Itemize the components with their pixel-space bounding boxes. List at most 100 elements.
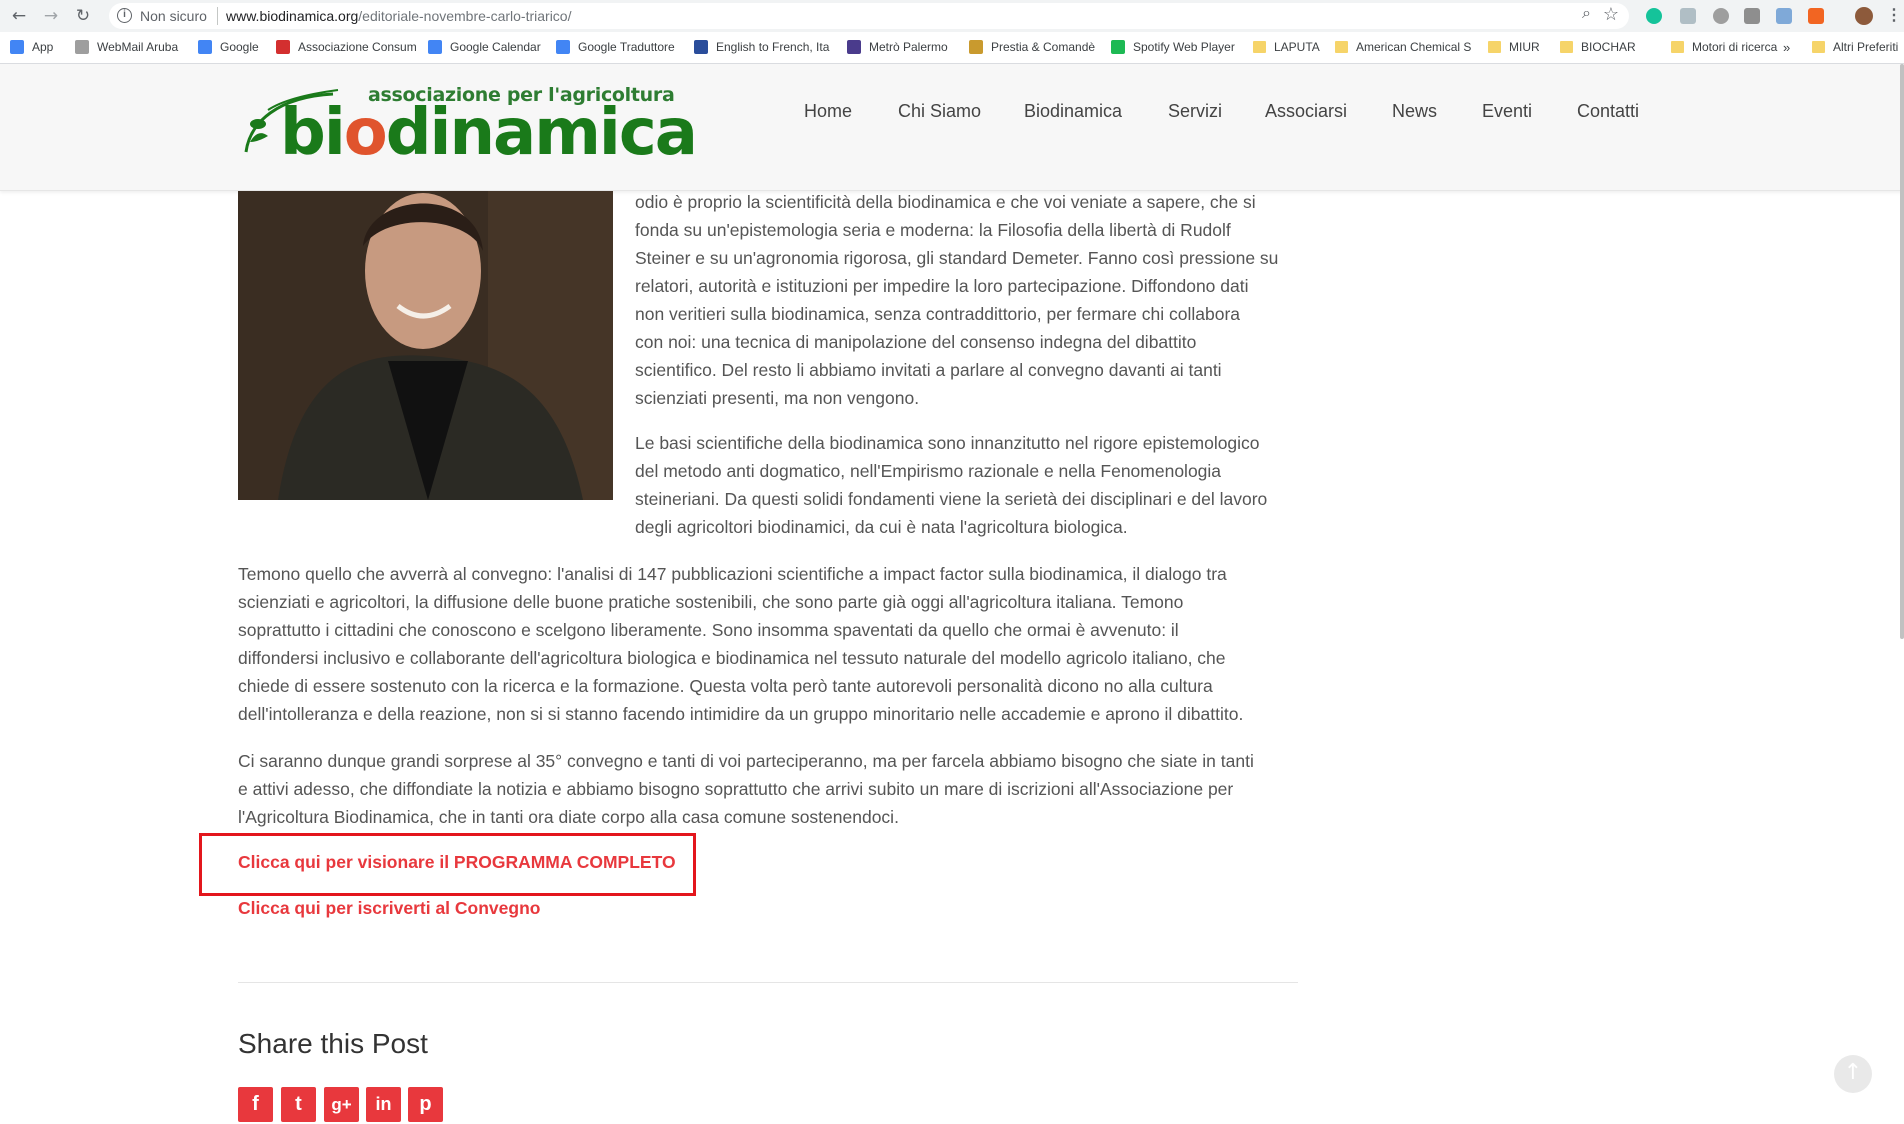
bookmark-item[interactable]: Motori di ricerca bbox=[1671, 40, 1777, 54]
url-path: /editoriale-novembre-carlo-triarico/ bbox=[358, 8, 572, 24]
bookmark-item[interactable]: Google Calendar bbox=[428, 40, 541, 54]
bookmark-label: BIOCHAR bbox=[1581, 40, 1636, 54]
url-host: www.biodinamica.org bbox=[226, 8, 359, 24]
programma-completo-link[interactable]: Clicca qui per visionare il PROGRAMMA CO… bbox=[238, 852, 676, 873]
author-portrait-image bbox=[238, 191, 613, 500]
zoom-icon[interactable]: ⌕ bbox=[1582, 5, 1591, 23]
dropbox-extension-icon[interactable] bbox=[1680, 8, 1696, 24]
grammarly-extension-icon[interactable] bbox=[1646, 8, 1662, 24]
page-scrollbar[interactable] bbox=[1900, 64, 1904, 639]
bookmark-label: Motori di ricerca bbox=[1692, 40, 1778, 54]
iscriviti-convegno-link[interactable]: Clicca qui per iscriverti al Convegno bbox=[238, 898, 540, 919]
google-plus-share-icon[interactable]: g+ bbox=[324, 1087, 359, 1122]
bookmark-item[interactable]: Prestia & Comandè bbox=[969, 40, 1095, 54]
folder-icon bbox=[1560, 41, 1573, 53]
wordreference-icon bbox=[694, 40, 708, 54]
bookmark-label: App bbox=[32, 40, 54, 54]
text-line: l'Agricoltura Biodinamica, che in tanti … bbox=[238, 807, 899, 827]
bookmark-item[interactable]: Associazione Consum bbox=[276, 40, 417, 54]
prestia-icon bbox=[969, 40, 983, 54]
profile-avatar-icon[interactable] bbox=[1855, 7, 1873, 25]
bookmark-item[interactable]: WebMail Aruba bbox=[75, 40, 178, 54]
bookmarks-bar: App WebMail Aruba Google Associazione Consu… bbox=[0, 32, 1904, 64]
text-line: Temono quello che avverrà al convegno: l… bbox=[238, 564, 1227, 584]
bookmark-star-icon[interactable]: ☆ bbox=[1603, 4, 1619, 25]
bookmark-label: Associazione Consum bbox=[298, 40, 417, 54]
bookmark-item[interactable]: Spotify Web Player bbox=[1111, 40, 1235, 54]
article-divider bbox=[238, 982, 1298, 983]
text-line: relatori, autorità e istituzioni per imp… bbox=[635, 276, 1249, 296]
logo-name-prefix: bi bbox=[280, 96, 346, 170]
site-logo[interactable]: associazione per l'agricoltura biodinami… bbox=[238, 82, 698, 172]
text-line: Le basi scientifiche della biodinamica s… bbox=[635, 433, 1260, 453]
bookmark-item[interactable]: MIUR bbox=[1488, 40, 1540, 54]
twitter-share-icon[interactable]: t bbox=[281, 1087, 316, 1122]
nav-news[interactable]: News bbox=[1392, 101, 1437, 122]
facebook-share-icon[interactable]: f bbox=[238, 1087, 273, 1122]
bookmark-item[interactable]: App bbox=[10, 40, 53, 54]
bookmark-label: Prestia & Comandè bbox=[991, 40, 1096, 54]
linkedin-share-icon[interactable]: in bbox=[366, 1087, 401, 1122]
bookmark-item[interactable]: Metrò Palermo bbox=[847, 40, 948, 54]
folder-icon bbox=[1812, 41, 1825, 53]
sc-extension-icon[interactable] bbox=[1808, 8, 1824, 24]
pinterest-share-icon[interactable]: p bbox=[408, 1087, 443, 1122]
article-paragraph-side-2: Le basi scientifiche della biodinamica s… bbox=[635, 429, 1300, 541]
other-bookmarks-label: Altri Preferiti bbox=[1833, 40, 1899, 54]
text-line: dell'intolleranza e della reazione, non … bbox=[238, 704, 1244, 724]
not-secure-label[interactable]: Non sicuro bbox=[140, 8, 207, 24]
extension-circle-icon[interactable] bbox=[1713, 8, 1729, 24]
apps-grid-icon bbox=[10, 40, 24, 54]
nav-contatti[interactable]: Contatti bbox=[1577, 101, 1639, 122]
bookmark-item[interactable]: American Chemical S bbox=[1335, 40, 1471, 54]
nav-associarsi[interactable]: Associarsi bbox=[1265, 101, 1347, 122]
back-icon[interactable]: ← bbox=[9, 6, 29, 26]
url-text[interactable]: www.biodinamica.org/editoriale-novembre-… bbox=[226, 8, 571, 24]
bookmark-label: Google Traduttore bbox=[578, 40, 675, 54]
text-line: diffondersi inclusivo e collaborante del… bbox=[238, 648, 1226, 668]
site-info-icon[interactable]: i bbox=[117, 8, 132, 23]
share-title: Share this Post bbox=[238, 1028, 428, 1059]
text-line: chiede di essere sostenuto con la ricerc… bbox=[238, 676, 1213, 696]
facebook-extension-icon[interactable] bbox=[1744, 8, 1760, 24]
author-photo bbox=[238, 191, 613, 500]
bookmark-item[interactable]: English to French, Ita bbox=[694, 40, 829, 54]
nav-eventi[interactable]: Eventi bbox=[1482, 101, 1532, 122]
bookmark-item[interactable]: Google Traduttore bbox=[556, 40, 675, 54]
nav-home[interactable]: Home bbox=[804, 101, 852, 122]
article-paragraph-full-1: Temono quello che avverrà al convegno: l… bbox=[238, 560, 1300, 728]
site-header: associazione per l'agricoltura biodinami… bbox=[0, 64, 1904, 191]
article-paragraph-full-2: Ci saranno dunque grandi sorprese al 35°… bbox=[238, 747, 1300, 831]
folder-icon bbox=[1488, 41, 1501, 53]
webmail-icon bbox=[75, 40, 89, 54]
bookmark-item[interactable]: BIOCHAR bbox=[1560, 40, 1636, 54]
reload-icon[interactable]: ↻ bbox=[73, 6, 93, 26]
consum-icon bbox=[276, 40, 290, 54]
scroll-to-top-icon[interactable]: ↑ bbox=[1834, 1055, 1872, 1093]
nav-servizi[interactable]: Servizi bbox=[1168, 101, 1222, 122]
bookmark-label: English to French, Ita bbox=[716, 40, 830, 54]
user-extension-icon[interactable] bbox=[1776, 8, 1792, 24]
text-line: scienziati e agricoltori, la diffusione … bbox=[238, 592, 1184, 612]
text-line: e attivi adesso, che diffondiate la noti… bbox=[238, 779, 1234, 799]
bookmark-label: WebMail Aruba bbox=[97, 40, 179, 54]
address-bar[interactable]: i Non sicuro www.biodinamica.org/editori… bbox=[109, 3, 1629, 29]
metro-icon bbox=[847, 40, 861, 54]
bookmark-item[interactable]: Google bbox=[198, 40, 259, 54]
text-line: degli agricoltori biodinamici, da cui è … bbox=[635, 517, 1128, 537]
nav-biodinamica[interactable]: Biodinamica bbox=[1024, 101, 1122, 122]
text-line: Steiner e su un'agronomia rigorosa, gli … bbox=[635, 248, 1279, 268]
browser-toolbar: ← → ↻ i Non sicuro www.biodinamica.org/e… bbox=[0, 0, 1904, 32]
nav-chi-siamo[interactable]: Chi Siamo bbox=[898, 101, 981, 122]
article-paragraph-side-1: odio è proprio la scientificità della bi… bbox=[635, 188, 1300, 412]
other-bookmarks[interactable]: Altri Preferiti bbox=[1812, 40, 1898, 54]
forward-icon[interactable]: → bbox=[41, 6, 61, 26]
bookmarks-overflow-icon[interactable]: » bbox=[1783, 40, 1790, 55]
bookmark-label: American Chemical S bbox=[1356, 40, 1472, 54]
folder-icon bbox=[1671, 41, 1684, 53]
bookmark-label: Google bbox=[220, 40, 259, 54]
text-line: fonda su un'epistemologia seria e modern… bbox=[635, 220, 1231, 240]
text-line: soprattutto i cittadini che conoscono e … bbox=[238, 620, 1179, 640]
bookmark-item[interactable]: LAPUTA bbox=[1253, 40, 1320, 54]
browser-menu-icon[interactable]: ⋮ bbox=[1886, 8, 1902, 24]
